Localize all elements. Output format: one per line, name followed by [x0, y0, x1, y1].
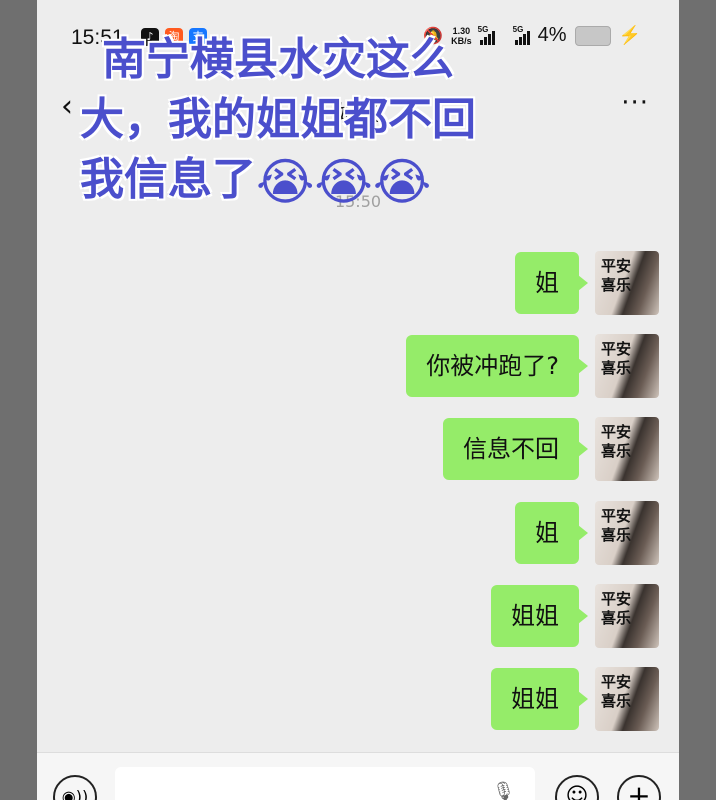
battery-percent: 4%: [537, 24, 567, 46]
voice-icon[interactable]: ◉)): [53, 775, 97, 800]
avatar-calligraphy: 平安喜乐: [601, 423, 632, 460]
message-row: 姐 平安喜乐: [515, 251, 659, 315]
mic-icon[interactable]: 🎙: [492, 781, 515, 800]
avatar[interactable]: 平安喜乐: [595, 417, 659, 481]
emoji-icon[interactable]: ☺: [555, 775, 599, 800]
mute-bell-icon: 🔕: [423, 27, 444, 45]
input-bar: ◉)) 🎙 ☺ +: [37, 752, 679, 800]
signal-sim2-icon: 5G: [512, 24, 530, 45]
message-bubble[interactable]: 你被冲跑了?: [406, 335, 588, 397]
message-bubble[interactable]: 信息不回: [443, 418, 588, 480]
status-bar: 15:51 ♪ 淘 支 🔕 1.30 KB/s 5G 5G 4% ⚡: [37, 0, 679, 70]
chat-header: ‹ 姐姐 ···: [37, 84, 679, 134]
network-speed-unit: KB/s: [451, 35, 472, 46]
message-row: 信息不回 平安喜乐: [443, 417, 659, 481]
message-bubble[interactable]: 姐: [515, 252, 588, 314]
avatar-calligraphy: 平安喜乐: [601, 340, 632, 377]
sim1-label: 5G: [477, 24, 489, 34]
message-timestamp: 15:50: [334, 192, 382, 211]
tiktok-icon: ♪: [141, 28, 159, 46]
signal-sim1-icon: 5G: [477, 24, 495, 45]
avatar-calligraphy: 平安喜乐: [601, 673, 632, 710]
avatar[interactable]: 平安喜乐: [595, 251, 659, 315]
avatar[interactable]: 平安喜乐: [595, 667, 659, 731]
sim2-label: 5G: [512, 24, 524, 34]
message-row: 姐 平安喜乐: [515, 501, 659, 565]
network-speed-value: 1.30: [452, 25, 471, 36]
message-bubble[interactable]: 姐姐: [491, 668, 588, 730]
message-row: 姐姐 平安喜乐: [491, 584, 659, 648]
avatar-calligraphy: 平安喜乐: [601, 507, 632, 544]
plus-icon[interactable]: +: [617, 775, 661, 800]
message-row: 姐姐 平安喜乐: [491, 667, 659, 731]
network-speed: 1.30 KB/s: [451, 26, 472, 46]
avatar[interactable]: 平安喜乐: [595, 584, 659, 648]
message-bubble[interactable]: 姐姐: [491, 585, 588, 647]
avatar-calligraphy: 平安喜乐: [601, 590, 632, 627]
status-time: 15:51: [71, 26, 124, 49]
battery-icon: [574, 25, 611, 46]
avatar[interactable]: 平安喜乐: [595, 334, 659, 398]
phone-screen: 15:51 ♪ 淘 支 🔕 1.30 KB/s 5G 5G 4% ⚡ ‹ 姐姐 …: [37, 0, 679, 800]
avatar[interactable]: 平安喜乐: [595, 501, 659, 565]
taobao-icon: 淘: [165, 28, 183, 46]
charging-icon: ⚡: [618, 25, 641, 45]
avatar-calligraphy: 平安喜乐: [601, 257, 632, 294]
message-bubble[interactable]: 姐: [515, 502, 588, 564]
chat-title: 姐姐: [335, 102, 380, 127]
alipay-icon: 支: [189, 28, 207, 46]
more-dots-icon[interactable]: ···: [621, 88, 649, 118]
status-right: 🔕 1.30 KB/s 5G 5G 4% ⚡: [423, 24, 641, 47]
message-row: 你被冲跑了? 平安喜乐: [406, 334, 659, 398]
message-input[interactable]: 🎙: [115, 767, 535, 800]
